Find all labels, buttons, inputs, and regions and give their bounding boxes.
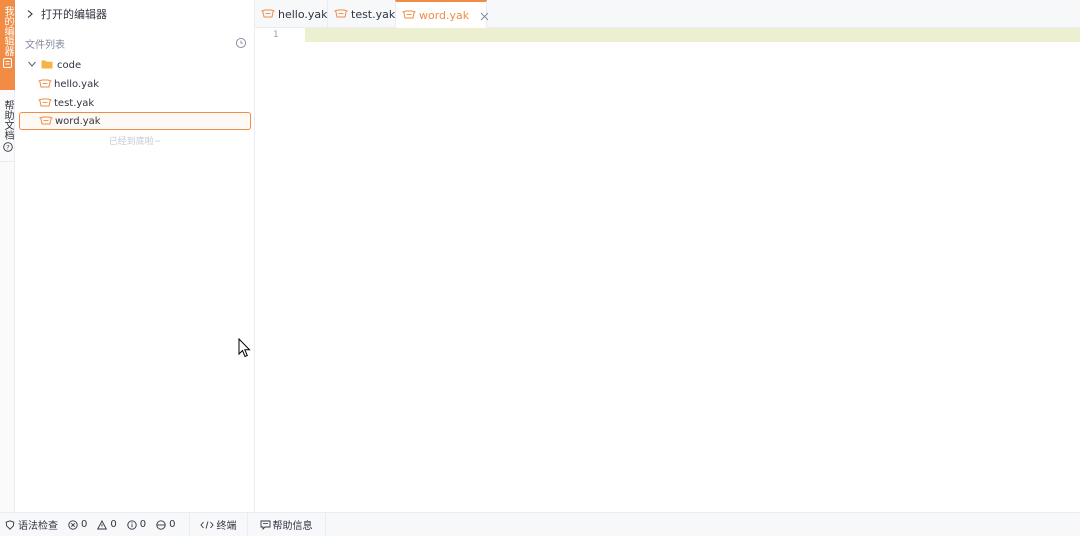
code-icon	[199, 520, 214, 530]
mouse-cursor-icon	[238, 337, 252, 358]
status-divider	[324, 512, 326, 536]
terminal-button[interactable]: 终端	[190, 513, 247, 536]
tree-file-word[interactable]: word.yak	[19, 112, 251, 130]
hints-value: 0	[169, 519, 176, 530]
warnings-count[interactable]: 0	[92, 513, 121, 536]
yak-file-icon	[38, 98, 52, 108]
tab-test-yak[interactable]: test.yak	[327, 0, 396, 28]
question-icon: ?	[2, 142, 13, 152]
activity-bar: 我的编辑器 帮助文档 ?	[0, 0, 15, 512]
file-label: test.yak	[54, 97, 95, 109]
folder-icon	[41, 59, 53, 72]
activity-help-label: 帮助文档	[2, 100, 13, 140]
tab-word-yak[interactable]: word.yak	[395, 0, 489, 28]
editor-tabs: hello.yak test.yak word.yak	[255, 0, 1080, 28]
tab-label: word.yak	[419, 8, 470, 22]
yak-file-icon	[334, 9, 348, 19]
folder-label: code	[57, 59, 82, 71]
tree-file-test[interactable]: test.yak	[19, 94, 251, 112]
file-explorer-panel: 打开的编辑器 文件列表 code hello.yak test.yak word…	[15, 0, 255, 512]
activity-help-docs[interactable]: 帮助文档 ?	[0, 96, 15, 162]
info-icon	[127, 519, 137, 530]
activity-my-editor-label: 我的编辑器	[2, 6, 13, 56]
syntax-check-label: 语法检查	[18, 521, 58, 532]
yak-file-icon	[261, 9, 275, 19]
error-icon	[68, 519, 78, 530]
errors-value: 0	[81, 519, 88, 530]
line-number: 1	[273, 30, 279, 40]
close-icon[interactable]	[480, 11, 489, 20]
tab-label: test.yak	[351, 7, 396, 21]
tree-file-hello[interactable]: hello.yak	[19, 75, 251, 93]
line-gutter: 1	[255, 28, 305, 512]
activity-my-editor[interactable]: 我的编辑器	[0, 0, 15, 90]
errors-count[interactable]: 0	[63, 513, 92, 536]
hints-count[interactable]: 0	[151, 513, 180, 536]
help-info-button[interactable]: 帮助信息	[248, 513, 325, 536]
shield-icon	[5, 519, 15, 530]
chevron-down-icon	[27, 59, 37, 72]
terminal-label: 终端	[216, 521, 237, 532]
status-bar: 语法检查 0 0 0 0 终端 帮助信息	[0, 512, 1080, 536]
yak-file-icon	[38, 79, 52, 89]
warnings-value: 0	[110, 519, 117, 530]
file-list-header: 文件列表	[25, 36, 247, 51]
current-line-highlight[interactable]	[305, 28, 1080, 42]
tree-folder-code[interactable]: code	[19, 56, 251, 74]
yak-file-icon	[402, 10, 416, 20]
syntax-check-status[interactable]: 语法检查	[0, 513, 63, 536]
help-info-label: 帮助信息	[272, 521, 313, 532]
warning-icon	[97, 519, 108, 530]
tab-hello-yak[interactable]: hello.yak	[255, 0, 328, 28]
document-icon	[3, 58, 13, 68]
file-list-title: 文件列表	[25, 39, 65, 51]
infos-count[interactable]: 0	[122, 513, 151, 536]
yak-file-icon	[39, 116, 53, 126]
editor-area: hello.yak test.yak word.yak 1	[255, 0, 1080, 512]
tab-label: hello.yak	[278, 7, 328, 21]
chevron-right-icon	[25, 9, 35, 19]
svg-text:?: ?	[6, 143, 9, 151]
file-label: word.yak	[55, 115, 101, 127]
list-end-text: 已经到底啦~	[108, 137, 162, 147]
message-icon	[260, 520, 270, 530]
open-editors-header[interactable]: 打开的编辑器	[15, 0, 255, 28]
infos-value: 0	[139, 519, 147, 530]
open-editors-title: 打开的编辑器	[41, 8, 107, 21]
hint-icon	[156, 519, 166, 530]
file-label: hello.yak	[54, 78, 100, 90]
refresh-icon[interactable]	[235, 37, 247, 49]
